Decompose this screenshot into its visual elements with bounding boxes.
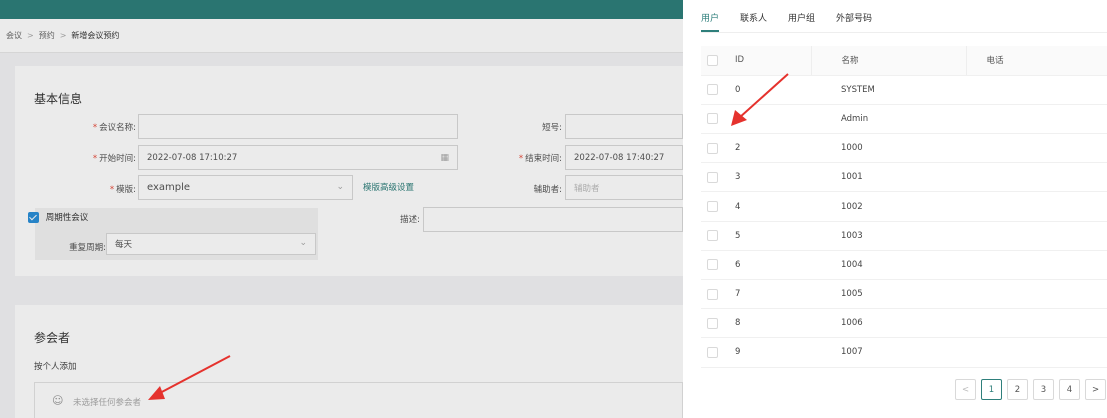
tab-user-groups[interactable]: 用户组 <box>788 11 815 32</box>
row-select-cell[interactable] <box>701 75 719 105</box>
cell-id: 7 <box>719 279 811 310</box>
row-select-cell[interactable] <box>701 308 719 339</box>
tab-external-numbers[interactable]: 外部号码 <box>836 11 872 32</box>
page-button-1[interactable]: 1 <box>981 379 1002 400</box>
modal-mask[interactable] <box>0 0 683 418</box>
tab-contacts[interactable]: 联系人 <box>740 11 767 32</box>
cell-phone <box>966 75 1107 105</box>
cell-name: SYSTEM <box>811 75 966 105</box>
column-header-phone: 电话 <box>965 46 1107 76</box>
row-select-cell[interactable] <box>701 279 719 310</box>
row-select-cell[interactable] <box>701 104 719 135</box>
drawer-tabs: 用户 联系人 用户组 外部号码 <box>701 11 893 32</box>
checkbox-icon[interactable] <box>707 142 718 154</box>
tab-users[interactable]: 用户 <box>701 11 720 32</box>
cell-name: 1000 <box>811 133 966 164</box>
table-row[interactable]: 4 1002 <box>701 191 1107 222</box>
checkbox-icon[interactable] <box>707 54 718 66</box>
cell-id: 5 <box>719 221 811 251</box>
row-select-cell[interactable] <box>701 191 719 222</box>
annotation-arrow-icon <box>148 355 231 400</box>
row-select-cell[interactable] <box>701 162 719 193</box>
checkbox-icon[interactable] <box>707 230 718 242</box>
row-select-cell[interactable] <box>701 221 719 251</box>
checkbox-icon[interactable] <box>707 259 718 271</box>
cell-name: 1002 <box>811 191 966 222</box>
cell-id: 2 <box>719 133 811 164</box>
page-button-2[interactable]: 2 <box>1007 379 1028 400</box>
checkbox-icon[interactable] <box>707 113 718 125</box>
cell-phone <box>966 162 1107 193</box>
table-row[interactable]: 5 1003 <box>701 221 1107 251</box>
cell-phone <box>966 221 1107 251</box>
select-all-cell[interactable] <box>701 46 719 76</box>
cell-name: 1005 <box>811 279 966 310</box>
select-user-drawer: 用户 联系人 用户组 外部号码 ID 名称 电话 0 SYSTEM Admin 2… <box>683 0 1107 418</box>
cell-phone <box>966 308 1107 339</box>
cell-id: 4 <box>719 191 811 222</box>
row-select-cell[interactable] <box>701 337 719 368</box>
table-row[interactable]: 6 1004 <box>701 250 1107 281</box>
cell-name: 1007 <box>811 337 966 368</box>
cell-name: 1006 <box>811 308 966 339</box>
cell-phone <box>966 279 1107 310</box>
cell-phone <box>966 133 1107 164</box>
next-page-button[interactable]: > <box>1085 379 1106 400</box>
table-row[interactable]: 8 1006 <box>701 308 1107 339</box>
cell-phone <box>966 191 1107 222</box>
table-row[interactable]: 2 1000 <box>701 133 1107 164</box>
annotation-arrow-icon <box>731 73 789 126</box>
pagination: < 1 2 3 4 > <box>955 379 1106 400</box>
checkbox-icon[interactable] <box>707 317 718 329</box>
checkbox-icon[interactable] <box>707 346 718 358</box>
row-select-cell[interactable] <box>701 250 719 281</box>
row-select-cell[interactable] <box>701 133 719 164</box>
checkbox-icon[interactable] <box>707 171 718 183</box>
cell-name: 1003 <box>811 221 966 251</box>
cell-name: Admin <box>811 104 966 135</box>
checkbox-icon[interactable] <box>707 201 718 213</box>
cell-phone <box>966 250 1107 281</box>
cell-name: 1004 <box>811 250 966 281</box>
cell-phone <box>966 104 1107 135</box>
page-button-3[interactable]: 3 <box>1033 379 1054 400</box>
cell-id: 6 <box>719 250 811 281</box>
cell-id: 3 <box>719 162 811 193</box>
table-row[interactable]: 3 1001 <box>701 162 1107 193</box>
table-row[interactable]: 7 1005 <box>701 279 1107 310</box>
column-header-name: 名称 <box>810 46 966 76</box>
checkbox-icon[interactable] <box>707 288 718 300</box>
table-row[interactable]: 9 1007 <box>701 337 1107 368</box>
tabs-divider <box>701 32 1107 33</box>
cell-id: 8 <box>719 308 811 339</box>
cell-id: 9 <box>719 337 811 368</box>
cell-name: 1001 <box>811 162 966 193</box>
checkbox-icon[interactable] <box>707 84 718 96</box>
page-button-4[interactable]: 4 <box>1059 379 1080 400</box>
prev-page-button[interactable]: < <box>955 379 976 400</box>
cell-phone <box>966 337 1107 368</box>
